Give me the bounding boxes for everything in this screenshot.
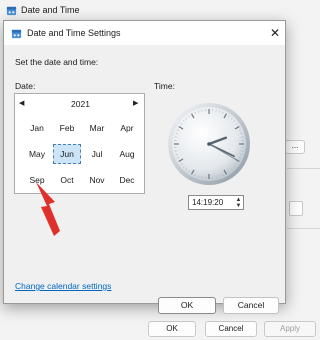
parent-titlebar: Date and Time [0,0,320,22]
date-time-app-icon [11,29,22,39]
month-cell-feb[interactable]: Feb [53,118,81,138]
close-icon[interactable]: ✕ [269,27,281,39]
dialog-cancel-button[interactable]: Cancel [223,297,279,314]
month-cell-jul[interactable]: Jul [83,144,111,164]
date-label: Date: [15,81,36,91]
month-cell-mar[interactable]: Mar [83,118,111,138]
parent-cancel-button[interactable]: Cancel [205,321,257,337]
month-cell-apr[interactable]: Apr [113,118,141,138]
parent-ellipsis-button[interactable]: ... [285,140,305,154]
parent-divider [287,168,320,169]
parent-divider [287,228,320,229]
month-cell-jan[interactable]: Jan [23,118,51,138]
parent-field[interactable] [289,201,303,216]
month-cell-aug[interactable]: Aug [113,144,141,164]
change-calendar-settings-link[interactable]: Change calendar settings [15,281,111,291]
parent-apply-button[interactable]: Apply [264,321,316,337]
time-input[interactable]: 14:19:20 ▲ ▼ [188,195,244,210]
time-label: Time: [154,81,175,91]
analog-clock [168,103,250,185]
calendar-year-header[interactable]: 2021 [15,99,146,109]
instruction-text: Set the date and time: [15,57,99,67]
dialog-title: Date and Time Settings [27,28,121,38]
month-cell-dec[interactable]: Dec [113,170,141,190]
parent-window-title: Date and Time [21,5,80,15]
clock-center [207,142,211,146]
dialog-ok-button[interactable]: OK [158,297,216,314]
date-time-app-icon [6,6,17,16]
next-year-icon[interactable]: ▶ [133,99,138,107]
month-cell-nov[interactable]: Nov [83,170,111,190]
annotation-arrow-icon [36,182,60,236]
time-value: 14:19:20 [192,198,224,207]
spin-down-icon[interactable]: ▼ [234,203,243,209]
parent-ok-button[interactable]: OK [148,321,196,337]
month-cell-may[interactable]: May [23,144,51,164]
date-time-settings-dialog: Date and Time Settings ✕ Set the date an… [3,20,286,314]
month-cell-jun[interactable]: Jun [53,144,81,164]
dialog-titlebar: Date and Time Settings ✕ [4,21,285,45]
month-calendar[interactable]: ◀ 2021 ▶ Jan Feb Mar Apr May Jun Jul Aug… [14,93,145,194]
